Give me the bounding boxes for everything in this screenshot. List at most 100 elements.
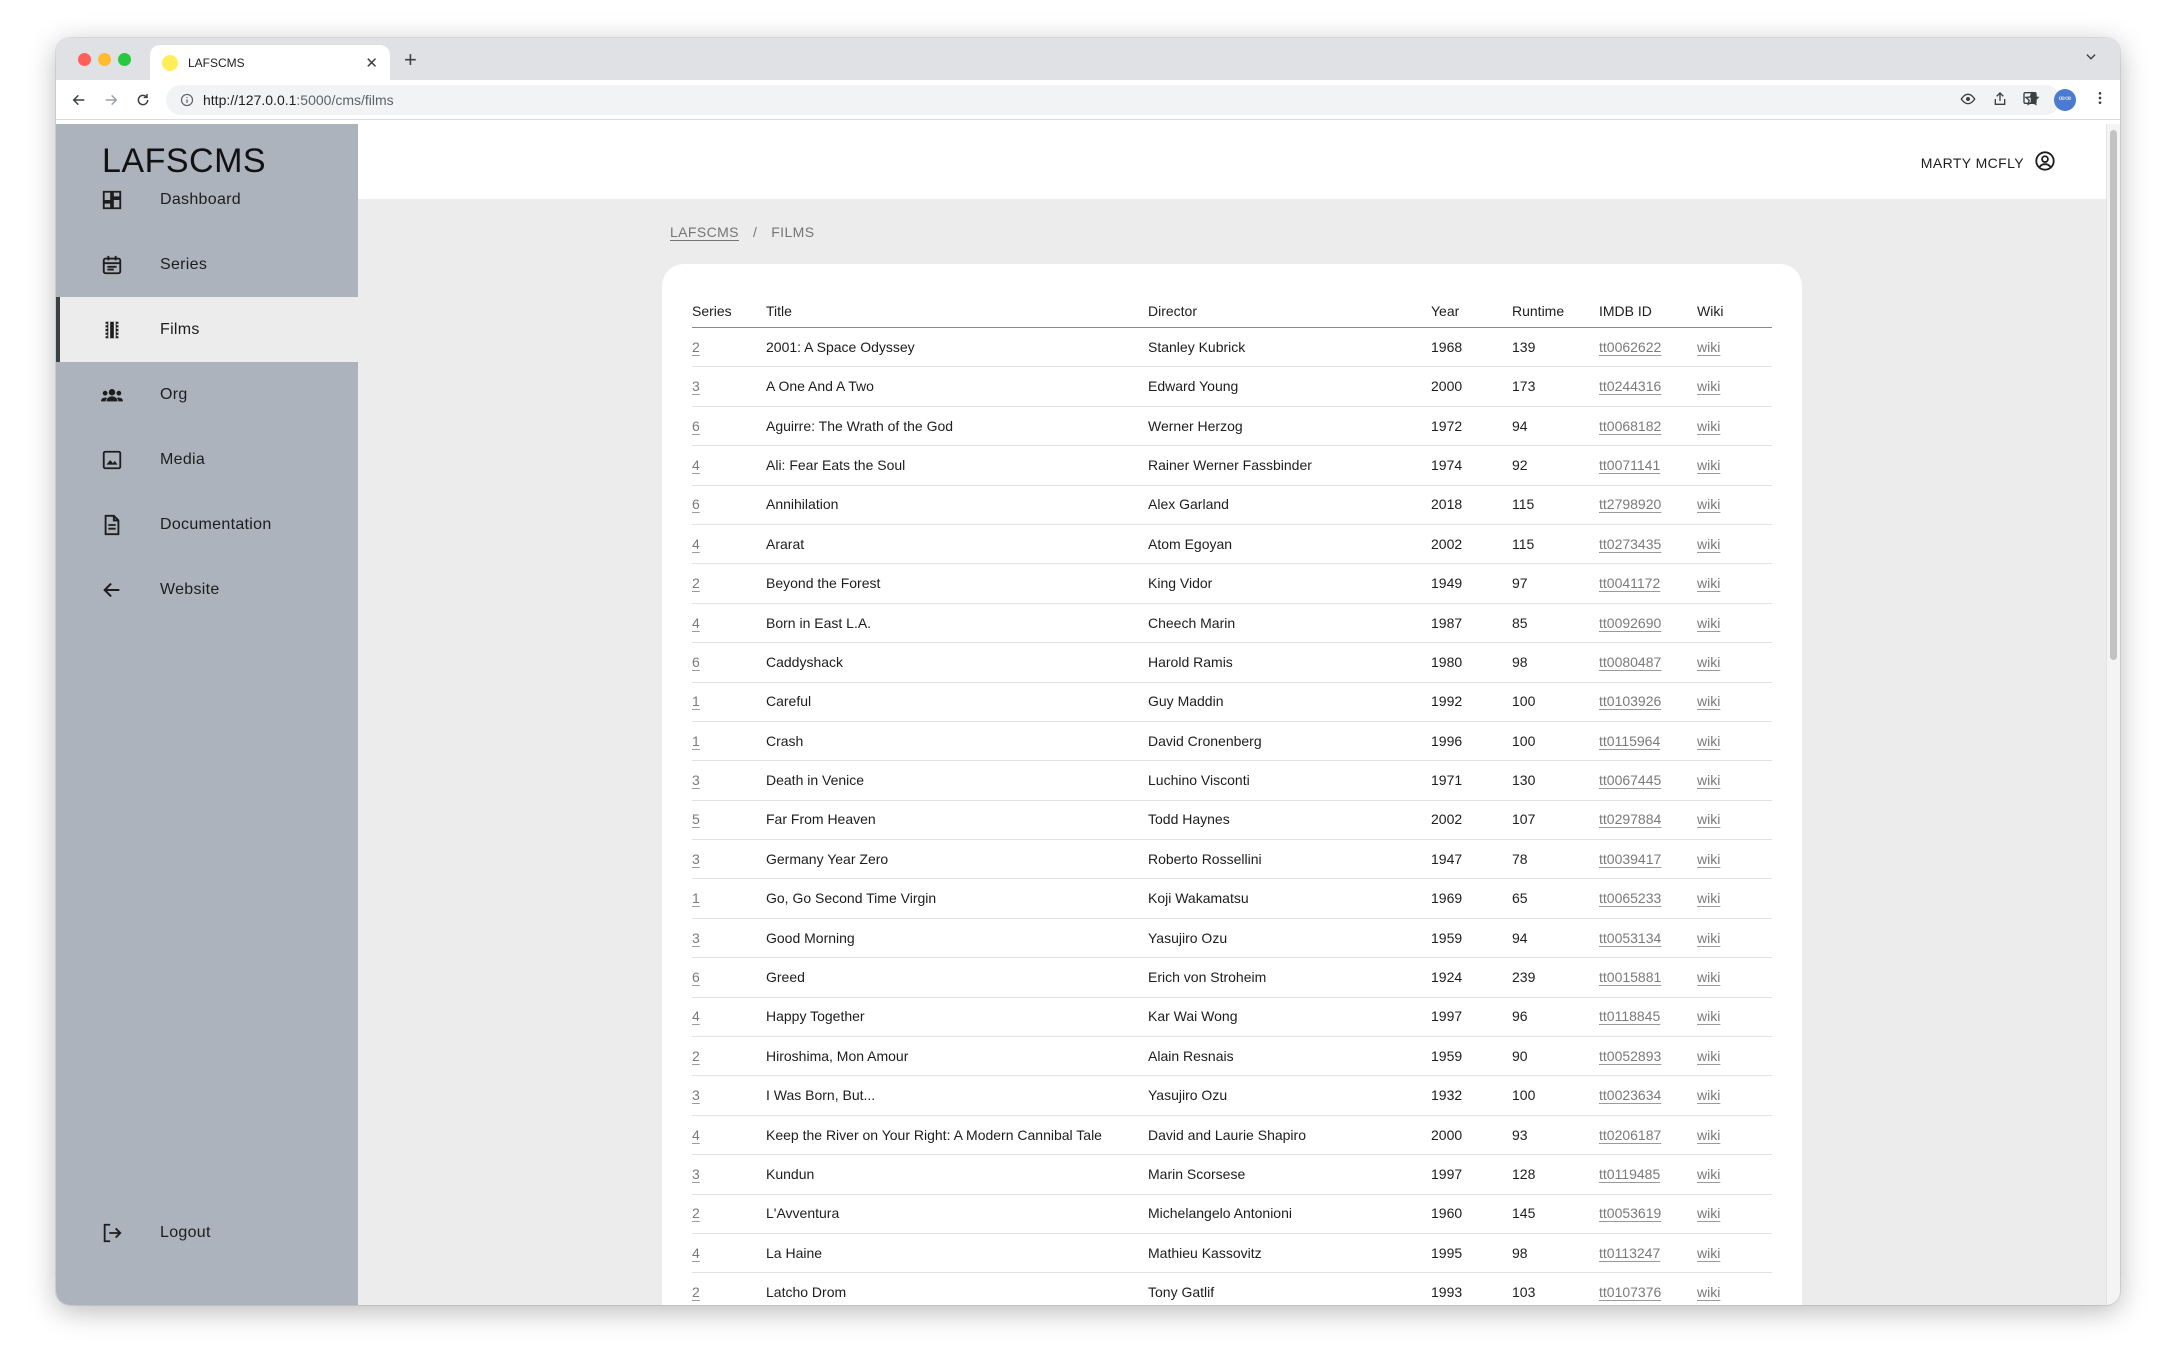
series-link[interactable]: 1 — [692, 890, 700, 906]
wiki-link[interactable]: wiki — [1697, 733, 1720, 749]
tab-close-icon[interactable]: ✕ — [365, 54, 378, 72]
browser-tab[interactable]: LAFSCMS ✕ — [150, 45, 390, 80]
imdb-link[interactable]: tt0053134 — [1599, 930, 1661, 946]
site-info-icon[interactable] — [180, 93, 194, 107]
side-panel-icon[interactable] — [2022, 90, 2038, 111]
back-button[interactable] — [68, 89, 90, 111]
scrollbar-thumb[interactable] — [2110, 130, 2117, 660]
nav-item-documentation[interactable]: Documentation — [56, 492, 358, 557]
minimize-window-button[interactable] — [98, 53, 111, 66]
imdb-link[interactable]: tt0039417 — [1599, 851, 1661, 867]
wiki-link[interactable]: wiki — [1697, 536, 1720, 552]
imdb-link[interactable]: tt0119485 — [1599, 1166, 1660, 1182]
imdb-link[interactable]: tt0113247 — [1599, 1245, 1660, 1261]
wiki-link[interactable]: wiki — [1697, 1166, 1720, 1182]
logout-button[interactable]: Logout — [56, 1200, 358, 1265]
series-link[interactable]: 5 — [692, 811, 700, 827]
imdb-link[interactable]: tt0273435 — [1599, 536, 1661, 552]
imdb-link[interactable]: tt0118845 — [1599, 1008, 1660, 1024]
series-link[interactable]: 4 — [692, 457, 700, 473]
wiki-link[interactable]: wiki — [1697, 339, 1720, 355]
wiki-link[interactable]: wiki — [1697, 575, 1720, 591]
column-header[interactable]: Director — [1148, 294, 1431, 328]
series-link[interactable]: 6 — [692, 654, 700, 670]
series-link[interactable]: 6 — [692, 969, 700, 985]
series-link[interactable]: 2 — [692, 1048, 700, 1064]
wiki-link[interactable]: wiki — [1697, 1205, 1720, 1221]
imdb-link[interactable]: tt0080487 — [1599, 654, 1661, 670]
column-header[interactable]: Wiki — [1697, 294, 1772, 328]
column-header[interactable]: IMDB ID — [1599, 294, 1697, 328]
wiki-link[interactable]: wiki — [1697, 851, 1720, 867]
nav-item-series[interactable]: Series — [56, 232, 358, 297]
series-link[interactable]: 6 — [692, 496, 700, 512]
imdb-link[interactable]: tt0115964 — [1599, 733, 1660, 749]
imdb-link[interactable]: tt0065233 — [1599, 890, 1661, 906]
imdb-link[interactable]: tt0206187 — [1599, 1127, 1661, 1143]
wiki-link[interactable]: wiki — [1697, 890, 1720, 906]
series-link[interactable]: 3 — [692, 772, 700, 788]
reload-button[interactable] — [132, 89, 154, 111]
wiki-link[interactable]: wiki — [1697, 496, 1720, 512]
wiki-link[interactable]: wiki — [1697, 1048, 1720, 1064]
column-header[interactable]: Series — [692, 294, 766, 328]
imdb-link[interactable]: tt0092690 — [1599, 615, 1661, 631]
wiki-link[interactable]: wiki — [1697, 457, 1720, 473]
column-header[interactable]: Title — [766, 294, 1148, 328]
series-link[interactable]: 4 — [692, 615, 700, 631]
imdb-link[interactable]: tt0053619 — [1599, 1205, 1661, 1221]
series-link[interactable]: 3 — [692, 930, 700, 946]
nav-item-dashboard[interactable]: Dashboard — [56, 167, 358, 232]
column-header[interactable]: Year — [1431, 294, 1512, 328]
column-header[interactable]: Runtime — [1512, 294, 1599, 328]
wiki-link[interactable]: wiki — [1697, 969, 1720, 985]
wiki-link[interactable]: wiki — [1697, 811, 1720, 827]
wiki-link[interactable]: wiki — [1697, 930, 1720, 946]
more-vert-icon[interactable] — [2092, 90, 2108, 111]
series-link[interactable]: 4 — [692, 1008, 700, 1024]
share-icon[interactable] — [1992, 91, 2008, 112]
nav-item-website[interactable]: Website — [56, 557, 358, 622]
series-link[interactable]: 2 — [692, 575, 700, 591]
series-link[interactable]: 4 — [692, 536, 700, 552]
imdb-link[interactable]: tt0052893 — [1599, 1048, 1661, 1064]
imdb-link[interactable]: tt0015881 — [1599, 969, 1661, 985]
breadcrumb-root-link[interactable]: LAFSCMS — [670, 224, 739, 240]
imdb-link[interactable]: tt2798920 — [1599, 496, 1661, 512]
wiki-link[interactable]: wiki — [1697, 693, 1720, 709]
imdb-link[interactable]: tt0107376 — [1599, 1284, 1661, 1300]
nav-item-films[interactable]: Films — [56, 297, 358, 362]
wiki-link[interactable]: wiki — [1697, 1284, 1720, 1300]
wiki-link[interactable]: wiki — [1697, 378, 1720, 394]
imdb-link[interactable]: tt0023634 — [1599, 1087, 1661, 1103]
wiki-link[interactable]: wiki — [1697, 654, 1720, 670]
series-link[interactable]: 1 — [692, 733, 700, 749]
imdb-link[interactable]: tt0071141 — [1599, 457, 1660, 473]
series-link[interactable]: 3 — [692, 1087, 700, 1103]
series-link[interactable]: 4 — [692, 1127, 700, 1143]
close-window-button[interactable] — [78, 53, 91, 66]
series-link[interactable]: 3 — [692, 1166, 700, 1182]
eye-icon[interactable] — [1960, 91, 1976, 112]
series-link[interactable]: 2 — [692, 1205, 700, 1221]
wiki-link[interactable]: wiki — [1697, 772, 1720, 788]
maximize-window-button[interactable] — [118, 53, 131, 66]
nav-item-media[interactable]: Media — [56, 427, 358, 492]
series-link[interactable]: 3 — [692, 851, 700, 867]
user-menu[interactable]: MARTY MCFLY — [1921, 150, 2056, 175]
imdb-link[interactable]: tt0067445 — [1599, 772, 1661, 788]
imdb-link[interactable]: tt0068182 — [1599, 418, 1661, 434]
wiki-link[interactable]: wiki — [1697, 1008, 1720, 1024]
series-link[interactable]: 3 — [692, 378, 700, 394]
profile-avatar[interactable]: ꟹꟹ — [2054, 89, 2076, 111]
wiki-link[interactable]: wiki — [1697, 1245, 1720, 1261]
wiki-link[interactable]: wiki — [1697, 418, 1720, 434]
imdb-link[interactable]: tt0297884 — [1599, 811, 1661, 827]
imdb-link[interactable]: tt0041172 — [1599, 575, 1660, 591]
series-link[interactable]: 2 — [692, 1284, 700, 1300]
wiki-link[interactable]: wiki — [1697, 615, 1720, 631]
wiki-link[interactable]: wiki — [1697, 1087, 1720, 1103]
wiki-link[interactable]: wiki — [1697, 1127, 1720, 1143]
new-tab-button[interactable]: + — [404, 47, 417, 73]
page-scrollbar[interactable] — [2106, 124, 2120, 1305]
